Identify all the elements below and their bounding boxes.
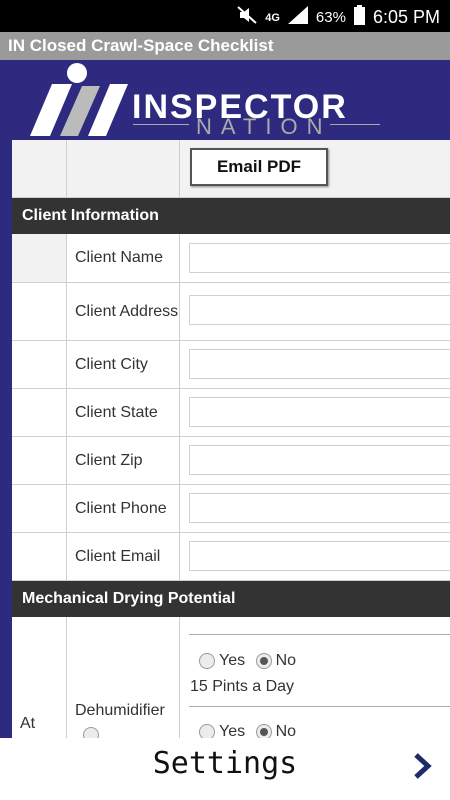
client-email-input[interactable]: [189, 541, 450, 571]
form-row-client-city: Client City: [12, 341, 450, 389]
radio-group: Yes No: [199, 723, 302, 738]
field-label: Client City: [67, 341, 180, 388]
client-address-input[interactable]: [189, 295, 450, 325]
field-label: Client Phone: [67, 485, 180, 532]
row-side-label: At least: [20, 715, 54, 738]
status-bar: 4G 63% 6:05 PM: [0, 0, 450, 32]
mute-icon: [237, 6, 257, 29]
yes-radio[interactable]: [199, 724, 215, 738]
field-label: Dehumidifier: [75, 702, 165, 719]
brand-divider-right: [330, 124, 380, 125]
form-row-dehumidifier: At least Dehumidifier Yes No 15 Pints a …: [12, 617, 450, 738]
client-name-input[interactable]: [189, 243, 450, 273]
yes-label: Yes: [219, 652, 246, 669]
signal-icon: [287, 6, 308, 29]
battery-percent: 63%: [315, 9, 346, 26]
yes-radio[interactable]: [199, 653, 215, 669]
section-client-information: Client Information: [12, 198, 450, 234]
brand-divider-left: [133, 124, 189, 125]
field-label: Client Email: [67, 533, 180, 580]
no-label: No: [275, 652, 297, 669]
chevron-right-icon[interactable]: [412, 752, 434, 780]
yes-label: Yes: [219, 723, 246, 738]
form-row-client-name: Client Name: [12, 234, 450, 283]
inspector-nation-logo-icon: [30, 63, 128, 136]
client-phone-input[interactable]: [189, 493, 450, 523]
no-radio[interactable]: [255, 724, 272, 738]
client-city-input[interactable]: [189, 349, 450, 379]
email-pdf-button[interactable]: Email PDF: [190, 148, 328, 186]
no-radio[interactable]: [255, 653, 272, 669]
dehumidifier-yes-radio[interactable]: [83, 727, 99, 738]
field-label: Client State: [67, 389, 180, 436]
option-divider: [189, 706, 450, 707]
form-row-client-phone: Client Phone: [12, 485, 450, 533]
status-icons: 4G 63% 6:05 PM: [237, 5, 440, 30]
client-state-input[interactable]: [189, 397, 450, 427]
field-label: Client Name: [67, 234, 180, 282]
action-row: Email PDF: [12, 140, 450, 198]
clock: 6:05 PM: [372, 7, 440, 27]
client-zip-input[interactable]: [189, 445, 450, 475]
field-label: Client Zip: [67, 437, 180, 484]
form-row-client-email: Client Email: [12, 533, 450, 581]
form-row-client-state: Client State: [12, 389, 450, 437]
no-label: No: [275, 723, 297, 738]
option-divider: [189, 634, 450, 635]
brand-subtitle: NATION: [196, 114, 332, 139]
app-title: IN Closed Crawl-Space Checklist: [0, 32, 450, 60]
field-label: Client Address: [67, 283, 180, 340]
battery-icon: [353, 5, 365, 30]
section-mechanical-drying-potential: Mechanical Drying Potential: [12, 581, 450, 617]
option-description: 15 Pints a Day: [190, 678, 295, 695]
settings-button[interactable]: Settings: [0, 746, 450, 781]
form-row-client-address: Client Address: [12, 283, 450, 341]
form-scroll-area[interactable]: Email PDF Client Information Client Name…: [0, 140, 450, 738]
network-icon: 4G: [265, 11, 280, 24]
form-row-client-zip: Client Zip: [12, 437, 450, 485]
bottom-bar[interactable]: Settings: [0, 738, 450, 800]
radio-group: Yes No: [199, 652, 302, 670]
checklist-form: Email PDF Client Information Client Name…: [12, 140, 450, 738]
